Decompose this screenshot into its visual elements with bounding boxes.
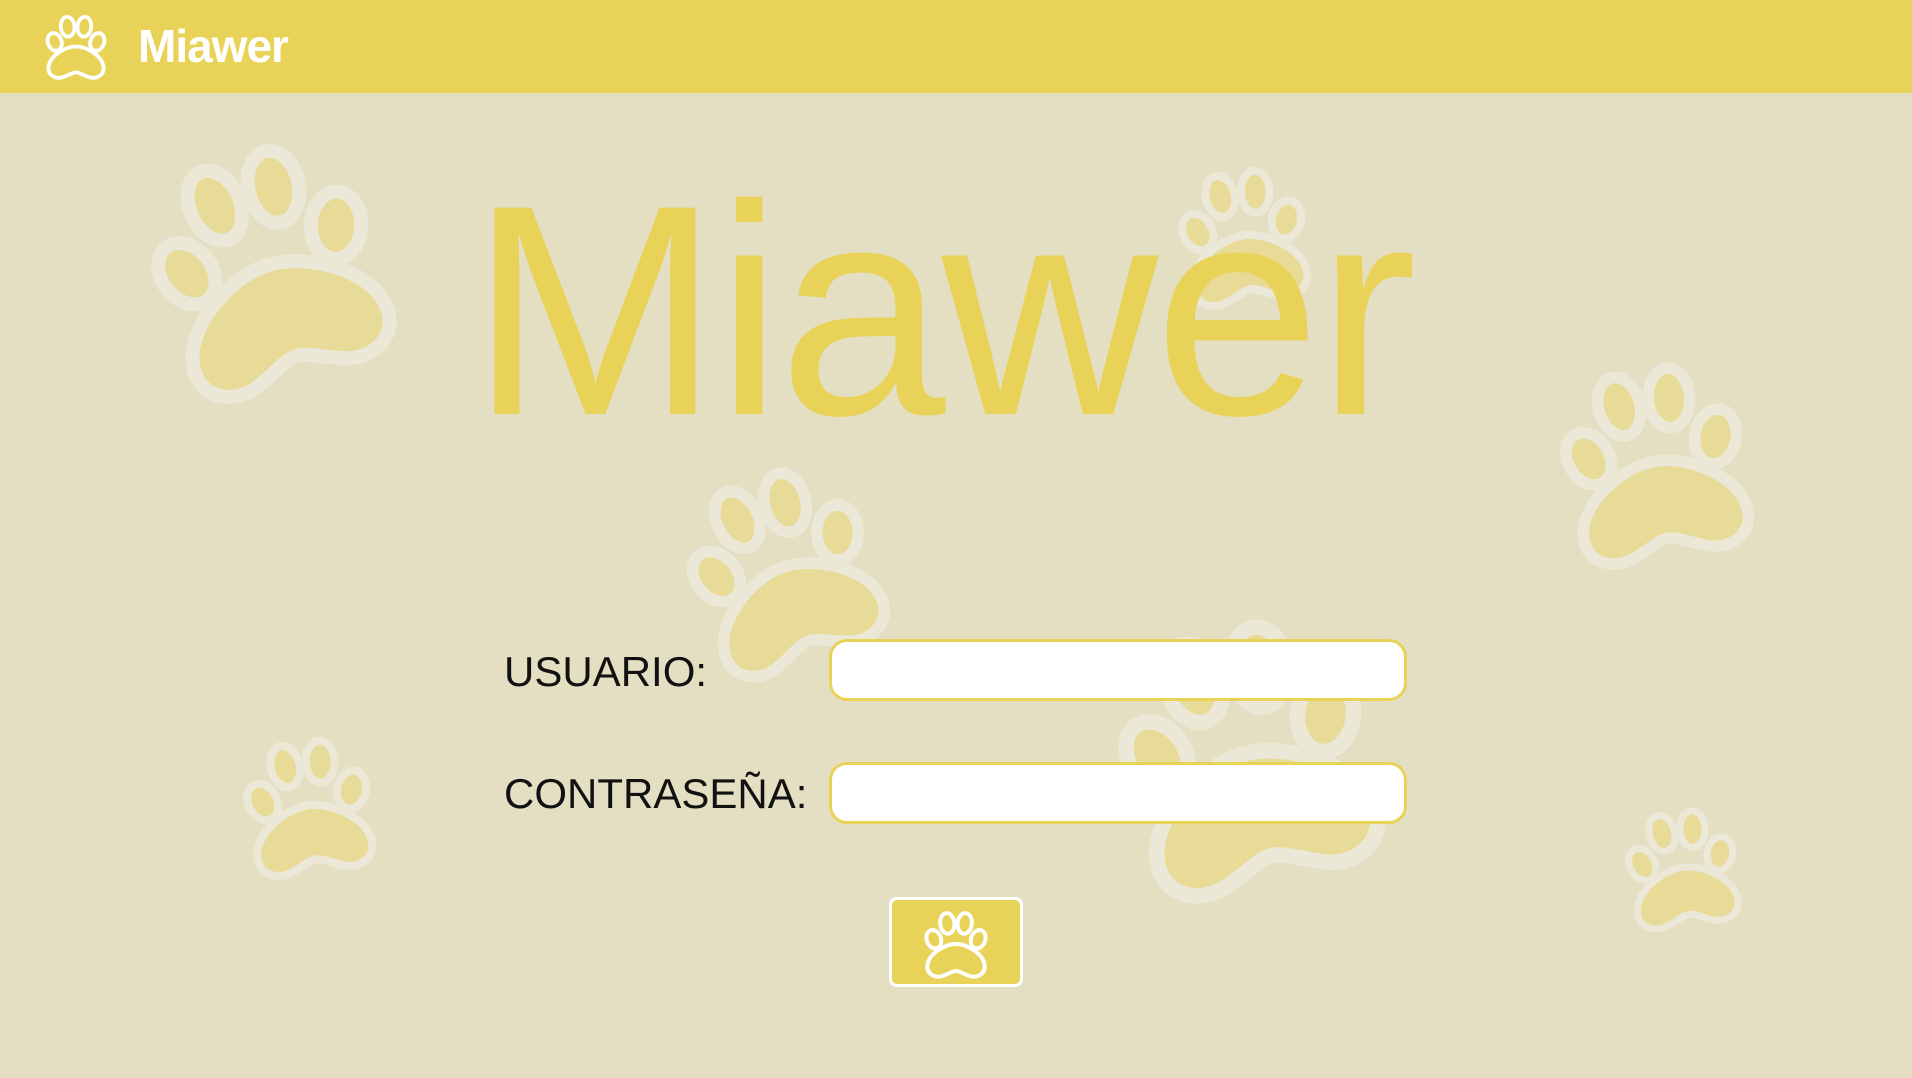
username-label: USUARIO:: [504, 648, 708, 695]
paw-icon: [921, 910, 991, 979]
login-submit-button[interactable]: [889, 897, 1023, 987]
top-bar: Miawer: [0, 0, 1912, 93]
paw-icon: [124, 124, 410, 410]
username-input[interactable]: [829, 639, 1407, 701]
paw-icon: [43, 14, 109, 80]
paw-icon: [235, 733, 382, 880]
hero-title: Miawer: [470, 142, 1417, 478]
password-input[interactable]: [829, 762, 1407, 824]
paw-icon: [1547, 355, 1763, 571]
paw-icon: [1618, 804, 1746, 932]
app-title: Miawer: [138, 20, 289, 72]
password-label: CONTRASEÑA:: [504, 770, 808, 817]
